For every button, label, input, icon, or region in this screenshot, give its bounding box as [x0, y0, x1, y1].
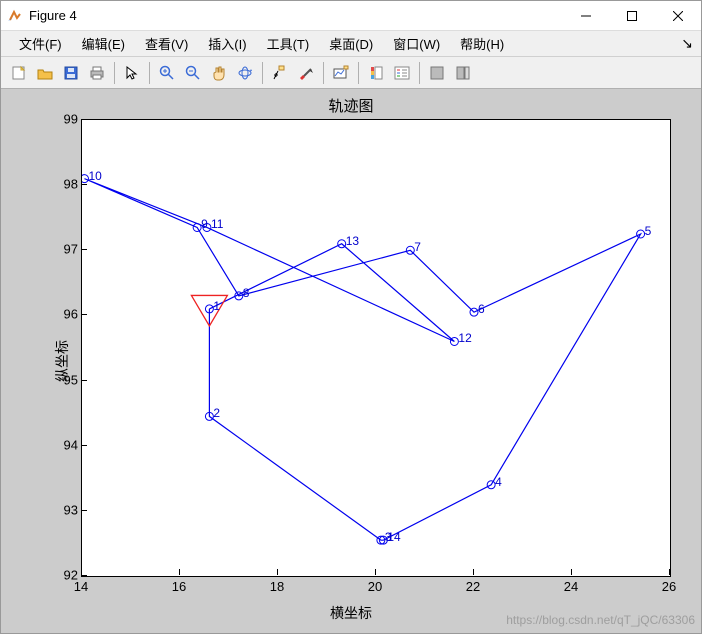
menu-tools[interactable]: 工具(T) [257, 31, 320, 56]
menu-view[interactable]: 查看(V) [135, 31, 198, 56]
x-tick-label: 16 [172, 579, 186, 594]
point-label: 13 [346, 234, 359, 248]
colorbar-button[interactable] [364, 61, 388, 85]
point-label: 14 [387, 530, 400, 544]
x-tick-label: 18 [270, 579, 284, 594]
zoom-in-button[interactable] [155, 61, 179, 85]
y-tick-label: 98 [48, 177, 78, 192]
menu-insert[interactable]: 插入(I) [198, 31, 256, 56]
link-plot-button[interactable] [329, 61, 353, 85]
save-button[interactable] [59, 61, 83, 85]
point-label: 11 [211, 217, 223, 231]
minimize-button[interactable] [563, 1, 609, 31]
menu-desktop[interactable]: 桌面(D) [319, 31, 383, 56]
point-label: 9 [201, 217, 208, 231]
point-label: 10 [88, 169, 101, 183]
print-button[interactable] [85, 61, 109, 85]
window-title: Figure 4 [29, 8, 77, 23]
menu-help[interactable]: 帮助(H) [450, 31, 514, 56]
y-tick-label: 99 [48, 112, 78, 127]
close-button[interactable] [655, 1, 701, 31]
point-label: 5 [645, 224, 652, 238]
maximize-button[interactable] [609, 1, 655, 31]
y-tick-label: 96 [48, 307, 78, 322]
x-tick-label: 20 [368, 579, 382, 594]
axes[interactable] [81, 119, 671, 577]
x-tick-label: 26 [662, 579, 676, 594]
brush-button[interactable] [294, 61, 318, 85]
menu-window[interactable]: 窗口(W) [383, 31, 450, 56]
plot-title: 轨迹图 [1, 95, 701, 116]
matlab-icon [7, 8, 23, 24]
toolbar-separator [419, 62, 420, 84]
y-tick-label: 93 [48, 502, 78, 517]
y-tick-label: 97 [48, 242, 78, 257]
x-tick-label: 22 [466, 579, 480, 594]
legend-button[interactable] [390, 61, 414, 85]
toolbar-separator [149, 62, 150, 84]
watermark: https://blog.csdn.net/qT_jQC/63306 [506, 613, 695, 627]
zoom-out-button[interactable] [181, 61, 205, 85]
point-label: 7 [414, 240, 421, 254]
open-button[interactable] [33, 61, 57, 85]
pan-button[interactable] [207, 61, 231, 85]
toolbar-separator [262, 62, 263, 84]
titlebar: Figure 4 [1, 1, 701, 31]
toolbar [1, 57, 701, 89]
menu-edit[interactable]: 编辑(E) [72, 31, 135, 56]
undock-icon[interactable]: ↘ [681, 36, 693, 50]
data-cursor-button[interactable] [268, 61, 292, 85]
x-tick-label: 14 [74, 579, 88, 594]
x-tick-label: 24 [564, 579, 578, 594]
menubar: 文件(F) 编辑(E) 查看(V) 插入(I) 工具(T) 桌面(D) 窗口(W… [1, 31, 701, 57]
point-label: 4 [495, 475, 502, 489]
point-label: 12 [458, 331, 471, 345]
point-label: 1 [213, 299, 220, 313]
plot-canvas [82, 120, 670, 576]
toolbar-separator [114, 62, 115, 84]
y-tick-label: 95 [48, 372, 78, 387]
figure-area[interactable]: 轨迹图 纵坐标 横坐标 https://blog.csdn.net/qT_jQC… [1, 89, 701, 633]
toolbar-separator [358, 62, 359, 84]
toolbar-separator [323, 62, 324, 84]
y-tick-label: 94 [48, 437, 78, 452]
menu-file[interactable]: 文件(F) [9, 31, 72, 56]
rotate-3d-button[interactable] [233, 61, 257, 85]
point-label: 6 [478, 302, 485, 316]
point-label: 8 [243, 286, 250, 300]
new-figure-button[interactable] [7, 61, 31, 85]
pointer-button[interactable] [120, 61, 144, 85]
show-tools-button[interactable] [451, 61, 475, 85]
hide-tools-button[interactable] [425, 61, 449, 85]
point-label: 2 [213, 406, 220, 420]
